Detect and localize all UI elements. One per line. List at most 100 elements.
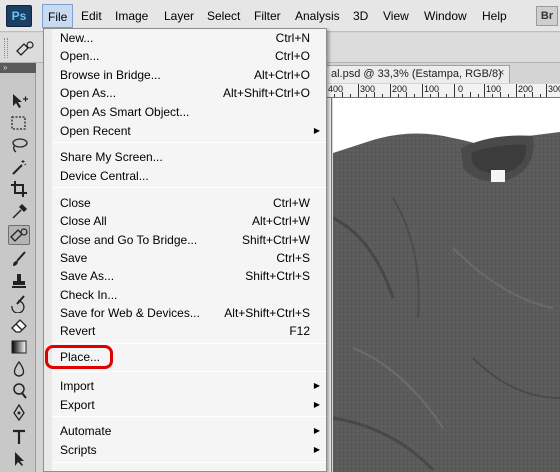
menu-help[interactable]: Help — [482, 8, 507, 24]
submenu-arrow-icon: ▶ — [313, 445, 320, 454]
menu-item-shortcut: Ctrl+N — [275, 31, 310, 45]
menu-item-close-all[interactable]: Close All Alt+Ctrl+W — [60, 212, 326, 230]
menu-select[interactable]: Select — [207, 8, 240, 24]
menu-item-open[interactable]: Open... Ctrl+O — [60, 47, 326, 65]
eyedropper-icon[interactable] — [8, 201, 30, 221]
menu-item-label: Close All — [60, 214, 107, 228]
menu-item-import[interactable]: Import ▶ — [60, 377, 326, 395]
menu-item-label: Import — [60, 379, 95, 393]
place-highlight-annotation — [45, 345, 113, 369]
menu-item-shortcut: Alt+Ctrl+O — [253, 68, 310, 82]
menu-file[interactable]: File — [42, 4, 74, 28]
type-icon[interactable] — [8, 427, 30, 447]
magic-wand-icon[interactable] — [8, 157, 30, 177]
menu-item-save-for-web[interactable]: Save for Web & Devices... Alt+Shift+Ctrl+… — [60, 304, 326, 322]
pen-icon[interactable] — [8, 403, 30, 423]
menu-item-shortcut: Ctrl+S — [276, 251, 310, 265]
menu-item-revert[interactable]: Revert F12 — [60, 322, 326, 340]
menu-item-open-as-smart-object[interactable]: Open As Smart Object... — [60, 103, 326, 121]
brush-icon[interactable] — [8, 249, 30, 269]
ruler-ticks — [326, 84, 547, 97]
menu-item-label: New... — [60, 31, 94, 45]
menu-gutter — [44, 29, 52, 471]
menu-window[interactable]: Window — [424, 8, 467, 24]
file-menu-dropdown: New... Ctrl+N Open... Ctrl+O Browse in Bri… — [43, 28, 327, 472]
menu-item-shortcut: F12 — [289, 324, 310, 338]
menu-item-label: Save — [60, 251, 88, 265]
history-brush-icon[interactable] — [8, 293, 30, 314]
spot-healing-icon[interactable] — [8, 225, 30, 245]
menu-separator — [52, 187, 326, 188]
move-icon[interactable] — [8, 91, 30, 111]
submenu-arrow-icon: ▶ — [313, 126, 320, 135]
menu-item-label: Scripts — [60, 443, 97, 457]
menu-item-label: Close — [60, 196, 91, 210]
tools-panel-header[interactable]: » — [0, 63, 36, 73]
menu-item-label: Save As... — [60, 269, 115, 283]
tshirt-image — [333, 132, 560, 472]
menu-image[interactable]: Image — [115, 8, 148, 24]
path-selection-icon[interactable] — [8, 449, 30, 469]
menu-item-label: Export — [60, 398, 95, 412]
document-canvas[interactable] — [333, 98, 560, 472]
document-tab[interactable]: al.psd @ 33,3% (Estampa, RGB/8) — [326, 65, 510, 83]
tools-panel: » — [0, 63, 36, 472]
menu-item-shortcut: Shift+Ctrl+S — [245, 269, 310, 283]
menu-item-share-my-screen[interactable]: Share My Screen... — [60, 148, 326, 166]
menu-edit[interactable]: Edit — [81, 8, 102, 24]
lasso-icon[interactable] — [8, 135, 30, 155]
menu-item-shortcut: Alt+Ctrl+W — [251, 214, 310, 228]
menu-item-shortcut: Ctrl+W — [273, 196, 310, 210]
clone-stamp-icon[interactable] — [8, 271, 30, 291]
menu-separator — [52, 462, 326, 463]
submenu-arrow-icon: ▶ — [313, 426, 320, 435]
menu-layer[interactable]: Layer — [164, 8, 194, 24]
menu-item-label: Open Recent — [60, 124, 131, 138]
menu-item-label: Device Central... — [60, 169, 149, 183]
submenu-arrow-icon: ▶ — [313, 381, 320, 390]
marquee-icon[interactable] — [8, 113, 30, 133]
menu-item-open-as[interactable]: Open As... Alt+Shift+Ctrl+O — [60, 84, 326, 102]
photoshop-logo: Ps — [6, 5, 32, 27]
menu-item-automate[interactable]: Automate ▶ — [60, 422, 326, 440]
eraser-icon[interactable] — [8, 315, 30, 335]
menu-item-save-as[interactable]: Save As... Shift+Ctrl+S — [60, 267, 326, 285]
menu-item-label: Automate — [60, 424, 112, 438]
menu-item-shortcut: Alt+Shift+Ctrl+O — [222, 86, 310, 100]
menu-separator — [52, 416, 326, 417]
menu-item-browse-in-bridge[interactable]: Browse in Bridge... Alt+Ctrl+O — [60, 66, 326, 84]
menu-item-label: Check In... — [60, 288, 118, 302]
menu-view[interactable]: View — [383, 8, 409, 24]
menu-3d[interactable]: 3D — [353, 8, 368, 24]
menu-item-label: Revert — [60, 324, 96, 338]
menu-item-new[interactable]: New... Ctrl+N — [60, 29, 326, 47]
menu-item-scripts[interactable]: Scripts ▶ — [60, 441, 326, 459]
document-tab-close-icon[interactable]: × — [498, 67, 504, 79]
dodge-icon[interactable] — [8, 381, 30, 401]
menu-filter[interactable]: Filter — [254, 8, 281, 24]
options-bar-grip[interactable] — [4, 38, 8, 58]
menu-item-label: Save for Web & Devices... — [60, 306, 200, 320]
blur-icon[interactable] — [8, 359, 30, 379]
menu-separator — [52, 142, 326, 143]
gradient-icon[interactable] — [8, 337, 30, 357]
spot-healing-icon[interactable] — [14, 39, 36, 57]
menu-item-open-recent[interactable]: Open Recent ▶ — [60, 122, 326, 140]
menu-item-shortcut: Shift+Ctrl+W — [241, 233, 310, 247]
menu-item-label: Open As... — [60, 86, 117, 100]
menu-separator — [52, 371, 326, 372]
menu-item-close[interactable]: Close Ctrl+W — [60, 194, 326, 212]
bridge-launch-button[interactable]: Br — [536, 6, 558, 26]
menu-analysis[interactable]: Analysis — [295, 8, 340, 24]
menu-item-export[interactable]: Export ▶ — [60, 396, 326, 414]
menu-item-label: Share My Screen... — [60, 150, 163, 164]
menu-item-close-and-go-to-bridge[interactable]: Close and Go To Bridge... Shift+Ctrl+W — [60, 231, 326, 249]
menu-separator — [52, 343, 326, 344]
menu-item-label: Open As Smart Object... — [60, 105, 190, 119]
menu-item-save[interactable]: Save Ctrl+S — [60, 249, 326, 267]
crop-icon[interactable] — [8, 179, 30, 199]
menu-item-device-central[interactable]: Device Central... — [60, 167, 326, 185]
menu-item-label: Open... — [60, 49, 100, 63]
menu-item-check-in[interactable]: Check In... — [60, 286, 326, 304]
menu-item-shortcut: Ctrl+O — [274, 49, 310, 63]
